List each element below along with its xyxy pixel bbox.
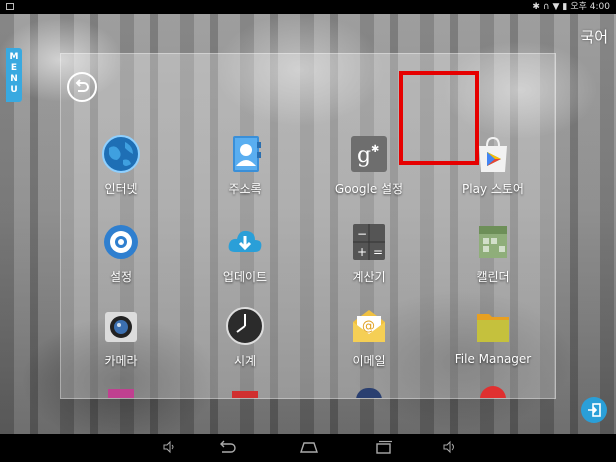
calendar-icon <box>473 222 513 262</box>
app-email[interactable]: @ 이메일 <box>309 306 429 369</box>
clock-icon <box>225 306 265 346</box>
language-button[interactable]: 국어 <box>580 26 608 47</box>
app-clock[interactable]: 시계 <box>185 306 305 369</box>
app-drawer-panel: 인터넷 주소록 g ✱ Google 설정 Play 스토어 설정 업데이트 −… <box>60 53 556 399</box>
headphones-icon: ∩ <box>542 2 550 12</box>
menu-letter: M <box>9 52 19 62</box>
app-contacts[interactable]: 주소록 <box>185 134 305 197</box>
app-calendar[interactable]: 캘린더 <box>433 222 553 285</box>
app-label: 인터넷 <box>104 182 138 196</box>
status-icons: ✱ ∩ ▼ ▮ 오후 4:00 <box>532 0 610 14</box>
settings-gear-icon <box>101 222 141 262</box>
home-nav-icon[interactable] <box>298 440 320 454</box>
app-calculator[interactable]: − + = 계산기 <box>309 222 429 285</box>
partial-app-icon <box>232 391 258 398</box>
app-file-manager[interactable]: File Manager <box>433 306 553 366</box>
app-camera[interactable]: 카메라 <box>61 306 181 369</box>
email-icon: @ <box>349 306 389 346</box>
navigation-bar <box>0 434 616 462</box>
play-store-icon <box>473 134 513 174</box>
status-bar: ✱ ∩ ▼ ▮ 오후 4:00 <box>0 0 616 14</box>
camera-icon <box>101 306 141 346</box>
app-label: 이메일 <box>352 354 386 368</box>
app-label: File Manager <box>454 352 532 366</box>
recent-apps-icon[interactable] <box>374 440 394 454</box>
svg-text:✱: ✱ <box>371 144 379 155</box>
app-label: 업데이트 <box>222 270 268 284</box>
app-label: 시계 <box>233 354 257 368</box>
partial-app-icon <box>356 388 382 398</box>
globe-icon <box>101 134 141 174</box>
contacts-icon <box>225 134 265 174</box>
app-label: 설정 <box>109 270 133 284</box>
back-button[interactable] <box>67 72 97 102</box>
app-internet[interactable]: 인터넷 <box>61 134 181 197</box>
app-label: Play 스토어 <box>462 182 524 196</box>
highlight-box <box>399 71 479 165</box>
app-label: 계산기 <box>352 270 386 284</box>
volume-up-icon[interactable] <box>442 440 456 454</box>
clock-time: 오후 4:00 <box>570 2 610 12</box>
exit-button[interactable] <box>581 397 607 423</box>
svg-text:+: + <box>357 245 367 259</box>
svg-text:=: = <box>373 245 383 259</box>
svg-text:g: g <box>357 143 371 168</box>
calculator-icon: − + = <box>349 222 389 262</box>
battery-icon: ▮ <box>562 2 568 12</box>
partial-app-icon <box>108 389 134 398</box>
cloud-download-icon <box>225 222 265 262</box>
back-nav-icon[interactable] <box>216 440 238 454</box>
app-update[interactable]: 업데이트 <box>185 222 305 285</box>
folder-icon <box>473 306 513 346</box>
volume-down-icon[interactable] <box>162 440 176 454</box>
menu-letter: N <box>10 74 18 84</box>
app-label: 캘린더 <box>476 270 510 284</box>
wifi-icon: ▼ <box>552 2 560 12</box>
menu-tab[interactable]: M E N U <box>6 48 22 102</box>
notification-icon <box>6 3 14 10</box>
partial-app-icon <box>480 386 506 398</box>
google-settings-icon: g ✱ <box>349 134 389 174</box>
exit-icon <box>588 403 601 417</box>
app-settings[interactable]: 설정 <box>61 222 181 285</box>
app-label: 카메라 <box>104 354 138 368</box>
svg-text:−: − <box>357 227 367 241</box>
menu-letter: E <box>10 63 18 73</box>
app-label: 주소록 <box>228 182 262 196</box>
menu-letter: U <box>10 85 18 95</box>
app-label: Google 설정 <box>334 182 404 196</box>
back-arrow-icon <box>75 79 89 92</box>
bluetooth-icon: ✱ <box>532 2 540 12</box>
